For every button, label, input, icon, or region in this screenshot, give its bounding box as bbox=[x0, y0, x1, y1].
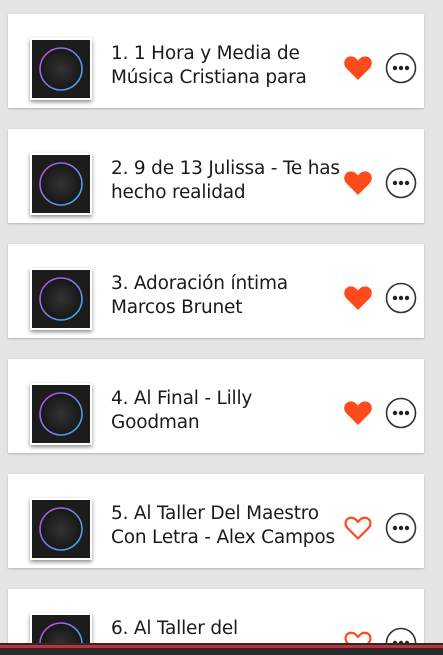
song-title: 3. Adoración íntima Marcos Brunet bbox=[111, 273, 288, 318]
song-card-5[interactable]: 5. Al Taller Del Maestro Con Letra - Ale… bbox=[8, 474, 424, 568]
album-art-icon bbox=[30, 38, 92, 100]
song-card-2[interactable]: 2. 9 de 13 Julissa - Te has hecho realid… bbox=[8, 129, 424, 223]
more-options-icon[interactable] bbox=[385, 627, 417, 643]
album-art-icon bbox=[30, 383, 92, 445]
song-title: 5. Al Taller Del Maestro Con Letra - Ale… bbox=[111, 503, 335, 548]
song-card-1[interactable]: 1. 1 Hora y Media de Música Cristiana pa… bbox=[8, 14, 424, 108]
favorite-heart-icon[interactable] bbox=[343, 284, 373, 312]
more-options-icon[interactable] bbox=[385, 397, 417, 429]
favorite-heart-outline-icon[interactable] bbox=[343, 514, 373, 542]
song-title: 6. Al Taller del bbox=[111, 618, 238, 639]
more-options-icon[interactable] bbox=[385, 52, 417, 84]
more-options-icon[interactable] bbox=[385, 167, 417, 199]
song-card-6[interactable]: 6. Al Taller del bbox=[8, 589, 424, 643]
album-art-icon bbox=[30, 153, 92, 215]
more-options-icon[interactable] bbox=[385, 512, 417, 544]
more-options-icon[interactable] bbox=[385, 282, 417, 314]
song-title: 2. 9 de 13 Julissa - Te has hecho realid… bbox=[111, 158, 340, 203]
favorite-heart-outline-icon[interactable] bbox=[343, 629, 373, 643]
favorite-heart-icon[interactable] bbox=[343, 54, 373, 82]
song-title: 4. Al Final - Lilly Goodman bbox=[111, 388, 253, 433]
favorite-heart-icon[interactable] bbox=[343, 169, 373, 197]
favorite-heart-icon[interactable] bbox=[343, 399, 373, 427]
song-title: 1. 1 Hora y Media de Música Cristiana pa… bbox=[111, 43, 307, 88]
song-card-4[interactable]: 4. Al Final - Lilly Goodman bbox=[8, 359, 424, 453]
song-card-3[interactable]: 3. Adoración íntima Marcos Brunet bbox=[8, 244, 424, 338]
album-art-icon bbox=[30, 498, 92, 560]
song-list: 1. 1 Hora y Media de Música Cristiana pa… bbox=[0, 0, 443, 643]
album-art-icon bbox=[30, 613, 92, 643]
bottom-bar-accent-line bbox=[0, 645, 443, 648]
album-art-icon bbox=[30, 268, 92, 330]
bottom-bar bbox=[0, 643, 443, 655]
